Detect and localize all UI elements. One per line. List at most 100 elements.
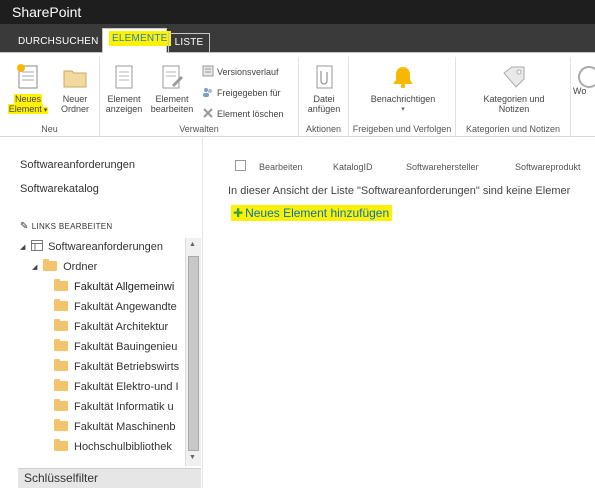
folder-icon — [54, 279, 68, 291]
version-history-button[interactable]: Versionsverlauf — [202, 65, 279, 79]
tree-folder-ordner[interactable]: ◢ Ordner — [32, 258, 97, 276]
ribbon-tab-row: DURCHSUCHEN ELEMENTE LISTE — [0, 24, 595, 53]
tags-notes-label-1: Kategorien und — [483, 94, 545, 104]
workflow-label: Wo — [573, 86, 587, 96]
tree-item[interactable]: Fakultät Elektro-und I — [54, 378, 179, 396]
left-navigation: Softwareanforderungen Softwarekatalog ✎ L… — [0, 138, 202, 488]
ribbon-group-kategorien: Kategorien und Notizen Kategorien und No… — [456, 57, 571, 137]
pencil-icon: ✎ — [20, 221, 29, 232]
bell-icon — [393, 67, 413, 89]
tree-root-list[interactable]: ◢ Softwareanforderungen — [20, 238, 163, 256]
view-item-label-2: anzeigen — [105, 104, 143, 114]
tree-item-label: Fakultät Bauingenieu — [74, 341, 178, 353]
list-view: Bearbeiten KatalogID Softwarehersteller … — [202, 138, 595, 488]
group-label-freigeben: Freigeben und Verfolgen — [352, 124, 452, 134]
tree-item[interactable]: Fakultät Betriebswirts — [54, 358, 179, 376]
folder-icon — [63, 70, 87, 88]
tree-item-label: Fakultät Informatik u — [74, 401, 174, 413]
nav-link-softwareanforderungen[interactable]: Softwareanforderungen — [20, 159, 135, 171]
key-filter-panel[interactable]: Schlüsselfilter — [18, 468, 201, 488]
attach-file-label-1: Datei — [313, 94, 335, 104]
new-item-label-1: Neues — [13, 94, 42, 104]
folder-icon — [54, 419, 68, 431]
new-item-button[interactable]: Neues Element ▾ — [6, 63, 50, 116]
ribbon-group-freigeben: Benachrichtigen ▾ Freigeben und Verfolge… — [349, 57, 456, 137]
tree-item-label: Fakultät Maschinenb — [74, 421, 176, 433]
tags-notes-button[interactable]: Kategorien und Notizen — [468, 63, 560, 114]
delete-item-label: Element löschen — [217, 109, 284, 119]
tree-item[interactable]: Fakultät Angewandte — [54, 298, 177, 316]
tree-item-label: Fakultät Architektur — [74, 321, 169, 333]
tree-item-label: Fakultät Angewandte — [74, 301, 177, 313]
tab-elemente-label: ELEMENTE — [109, 31, 171, 46]
alert-me-button[interactable]: Benachrichtigen ▾ — [357, 63, 449, 115]
tag-icon — [503, 66, 525, 88]
tags-notes-label-2: Notizen — [498, 104, 530, 114]
tree-item-label: Fakultät Elektro-und I — [74, 381, 179, 393]
tree-root-label: Softwareanforderungen — [48, 241, 164, 253]
attach-file-icon — [316, 65, 333, 89]
tree-item[interactable]: Fakultät Architektur — [54, 318, 168, 336]
attach-file-label-2: anfügen — [307, 104, 341, 114]
add-new-item-link[interactable]: ✚ Neues Element hinzufügen — [231, 205, 393, 221]
chevron-down-icon: ▾ — [42, 107, 49, 114]
alert-me-label: Benachrichtigen — [370, 94, 436, 104]
suite-bar: SharePoint — [0, 0, 595, 24]
tree-item[interactable]: Fakultät Allgemeinwi — [54, 278, 174, 296]
expanded-triangle-icon: ◢ — [20, 244, 26, 251]
scrollbar-thumb[interactable] — [188, 256, 199, 451]
delete-icon — [203, 108, 213, 118]
version-history-label: Versionsverlauf — [217, 67, 279, 77]
tree-item[interactable]: Fakultät Bauingenieu — [54, 338, 177, 356]
new-item-icon — [17, 64, 38, 89]
group-label-neu: Neu — [41, 124, 58, 134]
tree-folder-label: Ordner — [63, 261, 98, 273]
tree-item[interactable]: Fakultät Informatik u — [54, 398, 174, 416]
shared-with-label: Freigegeben für — [217, 88, 281, 98]
group-label-verwalten: Verwalten — [179, 124, 219, 134]
folder-icon — [43, 259, 58, 271]
key-filter-label: Schlüsselfilter — [24, 471, 99, 485]
column-header-bearbeiten[interactable]: Bearbeiten — [259, 162, 303, 172]
new-folder-button[interactable]: Neuer Ordner — [54, 63, 96, 114]
tab-liste[interactable]: LISTE — [168, 33, 210, 53]
folder-icon — [54, 319, 68, 331]
scroll-up-icon[interactable]: ▲ — [189, 241, 196, 248]
scroll-down-icon[interactable]: ▼ — [189, 454, 196, 461]
people-icon — [203, 88, 212, 97]
edit-links-button[interactable]: ✎ LINKS BEARBEITEN — [20, 221, 113, 232]
delete-item-button[interactable]: Element löschen — [202, 107, 284, 121]
ribbon-group-verwalten: Element anzeigen Element bearbeiten Vers… — [100, 57, 299, 137]
edit-item-label-2: bearbeiten — [150, 104, 194, 114]
column-header-softwarehersteller[interactable]: Softwarehersteller — [406, 162, 479, 172]
folder-icon — [54, 359, 68, 371]
column-header-softwareprodukt[interactable]: Softwareprodukt — [515, 162, 581, 172]
new-folder-label-2: Ordner — [60, 104, 89, 114]
folder-icon — [54, 299, 68, 311]
tab-elemente[interactable]: ELEMENTE — [102, 28, 171, 53]
tab-durchsuchen[interactable]: DURCHSUCHEN — [12, 33, 105, 53]
view-item-button[interactable]: Element anzeigen — [102, 63, 146, 114]
folder-icon — [54, 439, 68, 451]
new-folder-label-1: Neuer — [62, 94, 88, 104]
group-label-kategorien: Kategorien und Notizen — [465, 124, 561, 134]
attach-file-button[interactable]: Datei anfügen — [303, 63, 345, 114]
tree-item[interactable]: Fakultät Maschinenb — [54, 418, 176, 436]
empty-list-message: In dieser Ansicht der Liste "Softwareanf… — [228, 185, 571, 197]
column-header-katalogid[interactable]: KatalogID — [333, 162, 373, 172]
tree-item-label: Fakultät Allgemeinwi — [74, 281, 175, 293]
edit-links-label: LINKS BEARBEITEN — [31, 222, 113, 231]
shared-with-button[interactable]: Freigegeben für — [202, 86, 281, 100]
tree-item[interactable]: Hochschulbibliothek — [54, 438, 172, 456]
select-all-checkbox[interactable] — [235, 160, 246, 171]
nav-link-softwarekatalog[interactable]: Softwarekatalog — [20, 183, 99, 195]
workflow-button[interactable]: Wo — [573, 63, 595, 104]
app-title[interactable]: SharePoint — [12, 4, 81, 20]
tree-scrollbar[interactable]: ▲ ▼ — [185, 238, 201, 466]
new-item-label-2: Element — [7, 104, 43, 114]
view-item-icon — [115, 65, 133, 89]
tree-item-label: Fakultät Betriebswirts — [74, 361, 180, 373]
edit-item-button[interactable]: Element bearbeiten — [148, 63, 196, 114]
add-new-item-label: Neues Element hinzufügen — [245, 206, 390, 220]
chevron-down-icon: ▾ — [401, 106, 405, 113]
